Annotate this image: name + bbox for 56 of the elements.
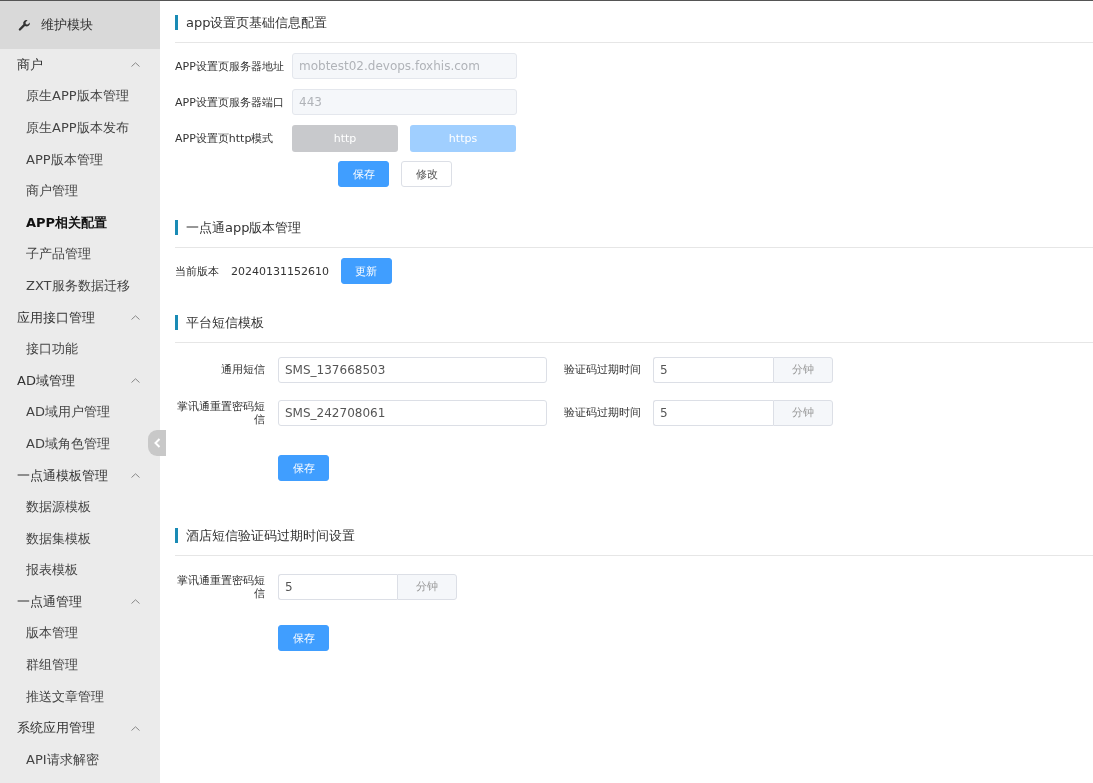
menu-item[interactable]: APP版本管理: [0, 143, 140, 176]
menu-group[interactable]: 一点通管理: [0, 586, 160, 618]
section-title: 酒店短信验证码过期时间设置: [175, 528, 355, 543]
menu-item[interactable]: 子产品管理: [0, 238, 140, 271]
field-label: 通用短信: [220, 363, 265, 376]
menu-group-label: 应用接口管理: [17, 308, 95, 327]
menu-item[interactable]: 推送文章管理: [0, 680, 140, 713]
menu-group[interactable]: 商户: [0, 49, 160, 81]
section-title: 平台短信模板: [175, 315, 264, 330]
menu-item[interactable]: 群组管理: [0, 649, 140, 681]
menu-group-label: 一点通管理: [17, 592, 82, 611]
sidebar-title: 维护模块: [41, 16, 93, 34]
menu-item[interactable]: 报表模板: [0, 554, 140, 587]
unit-addon: 分钟: [773, 399, 833, 426]
edit-button[interactable]: 修改: [401, 161, 452, 187]
menu-group-label: 一点通模板管理: [17, 466, 108, 485]
input-field[interactable]: 5: [653, 399, 773, 426]
menu-group[interactable]: 一点通模板管理: [0, 459, 160, 492]
menu-item[interactable]: 数据源模板: [0, 491, 140, 523]
field-label: 掌讯通重置密码短信: [176, 399, 265, 426]
menu-group[interactable]: 应用接口管理: [0, 301, 160, 334]
menu-group-label: 商户: [17, 55, 43, 74]
menu-item[interactable]: 原生APP版本管理: [0, 80, 140, 113]
collapse-handle[interactable]: [148, 430, 166, 456]
menu-group[interactable]: AD域管理: [0, 364, 160, 397]
menu-item[interactable]: 版本管理: [0, 617, 140, 650]
field-label: APP设置页服务器地址: [175, 58, 285, 74]
input-field[interactable]: 5: [653, 356, 773, 383]
menu-item[interactable]: APP相关配置: [0, 206, 140, 239]
menu-item[interactable]: AD域角色管理: [0, 428, 140, 460]
unit-addon: 分钟: [397, 573, 457, 600]
input-field[interactable]: SMS_137668503: [278, 356, 547, 383]
version-value: 20240131152610: [231, 264, 329, 278]
input-field[interactable]: SMS_242708061: [278, 399, 547, 426]
version-label: 当前版本: [175, 263, 219, 279]
field-label: 掌讯通重置密码短信: [176, 573, 265, 600]
menu-item[interactable]: 接口功能: [0, 333, 140, 365]
menu-item[interactable]: API请求解密: [0, 744, 140, 776]
menu-item[interactable]: 原生APP版本发布: [0, 112, 140, 144]
chevron-left-icon: [153, 438, 161, 448]
field-label: 验证码过期时间: [564, 405, 641, 420]
section-title: 一点通app版本管理: [175, 220, 302, 235]
unit-addon: 分钟: [773, 356, 833, 383]
section-title: app设置页基础信息配置: [175, 15, 328, 30]
menu-group-label: 系统应用管理: [17, 719, 95, 738]
menu-item[interactable]: ZXT服务数据迁移: [0, 270, 140, 302]
menu-group[interactable]: 系统应用管理: [0, 712, 160, 745]
field-label: APP设置页http模式: [175, 130, 275, 146]
field-label: 验证码过期时间: [564, 362, 641, 377]
menu-item[interactable]: AD域用户管理: [0, 396, 140, 429]
menu-item[interactable]: 商户管理: [0, 175, 140, 207]
input-field[interactable]: 5: [278, 573, 397, 600]
field-label: APP设置页服务器端口: [175, 94, 285, 110]
wrench-icon: [18, 18, 31, 32]
menu-item[interactable]: 数据集模板: [0, 522, 140, 555]
menu-group-label: AD域管理: [17, 371, 75, 390]
